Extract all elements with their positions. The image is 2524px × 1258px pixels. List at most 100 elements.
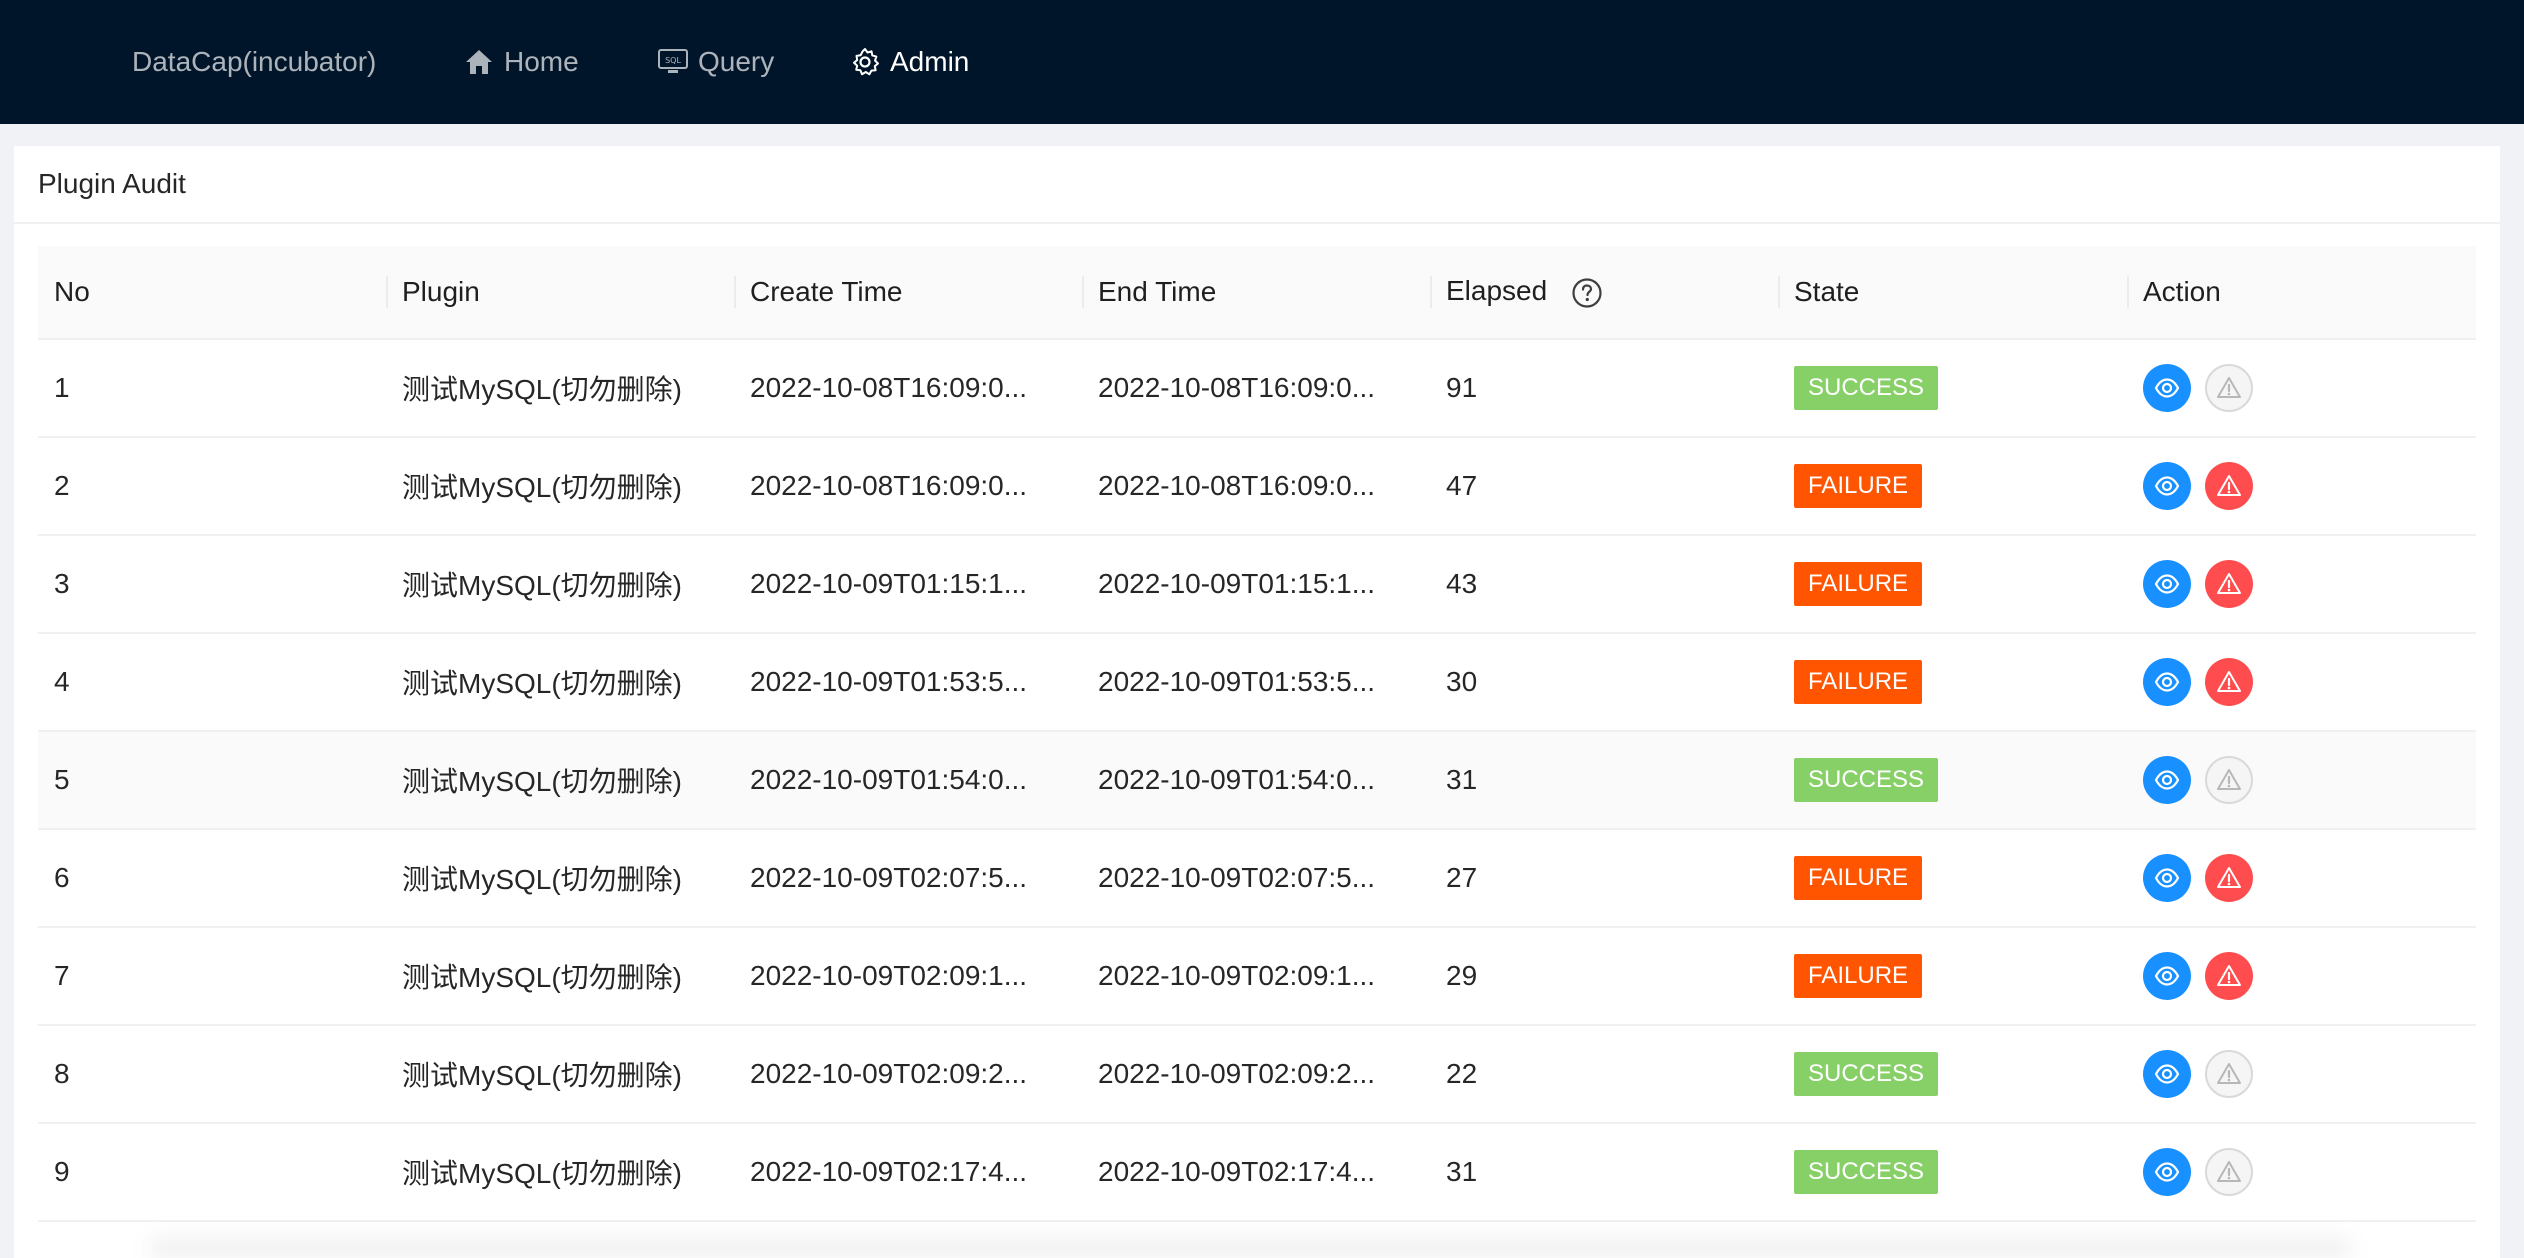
nav-item-admin-label: Admin — [890, 46, 970, 77]
cell-create-time: 2022-10-09T02:09:1... — [734, 927, 1082, 1026]
cell-elapsed: 30 — [1430, 633, 1778, 732]
eye-icon — [2154, 375, 2180, 401]
view-error-button[interactable] — [2205, 560, 2253, 608]
eye-icon — [2154, 473, 2180, 499]
view-details-button[interactable] — [2143, 952, 2191, 1000]
status-badge: SUCCESS — [1794, 1150, 1939, 1194]
eye-icon — [2154, 865, 2180, 891]
nav-item-query[interactable]: SQL Query — [658, 0, 774, 124]
cell-elapsed: 91 — [1430, 339, 1778, 438]
status-badge: FAILURE — [1794, 464, 1923, 508]
audit-table-wrapper: No Plugin Create Time End Time Elapsed S… — [38, 246, 2476, 1222]
column-header-state[interactable]: State — [1778, 246, 2127, 340]
column-header-elapsed-label: Elapsed — [1446, 275, 1548, 307]
question-circle-icon[interactable] — [1571, 277, 1603, 309]
cell-no: 3 — [38, 535, 386, 634]
nav-item-home[interactable]: Home — [464, 0, 579, 124]
view-details-button[interactable] — [2143, 1148, 2191, 1196]
cell-action — [2127, 1025, 2476, 1124]
cell-end-time: 2022-10-08T16:09:0... — [1082, 339, 1430, 438]
sql-icon: SQL — [658, 49, 688, 73]
eye-icon — [2154, 963, 2180, 989]
view-details-button[interactable] — [2143, 1050, 2191, 1098]
view-error-button — [2205, 756, 2253, 804]
cell-plugin: 测试MySQL(切勿删除) — [386, 437, 734, 536]
view-error-button[interactable] — [2205, 462, 2253, 510]
column-header-action[interactable]: Action — [2127, 246, 2476, 340]
warning-icon — [2216, 473, 2242, 499]
column-header-end-time[interactable]: End Time — [1082, 246, 1430, 340]
nav-item-admin[interactable]: Admin — [850, 0, 969, 124]
status-badge: FAILURE — [1794, 954, 1923, 998]
cell-elapsed: 31 — [1430, 731, 1778, 830]
view-details-button[interactable] — [2143, 854, 2191, 902]
cell-action — [2127, 339, 2476, 438]
cell-state: SUCCESS — [1778, 731, 2127, 830]
eye-icon — [2154, 669, 2180, 695]
view-details-button[interactable] — [2143, 560, 2191, 608]
audit-table: No Plugin Create Time End Time Elapsed S… — [38, 246, 2476, 1222]
table-row[interactable]: 1 测试MySQL(切勿删除) 2022-10-08T16:09:0... 2022-… — [38, 339, 2476, 438]
cell-no: 2 — [38, 437, 386, 536]
view-error-button[interactable] — [2205, 854, 2253, 902]
top-nav-bar: DataCap(incubator) Home SQL Query Admin — [0, 0, 2524, 124]
table-row[interactable]: 8 测试MySQL(切勿删除) 2022-10-09T02:09:2... 2022-… — [38, 1025, 2476, 1124]
bottom-shadow-overlay — [150, 1238, 2350, 1258]
brand-logo-text[interactable]: DataCap(incubator) — [132, 0, 376, 124]
table-row[interactable]: 3 测试MySQL(切勿删除) 2022-10-09T01:15:1... 2022-… — [38, 535, 2476, 634]
status-badge: FAILURE — [1794, 660, 1923, 704]
column-header-plugin[interactable]: Plugin — [386, 246, 734, 340]
cell-create-time: 2022-10-09T02:07:5... — [734, 829, 1082, 928]
cell-end-time: 2022-10-09T02:17:4... — [1082, 1123, 1430, 1222]
status-badge: SUCCESS — [1794, 366, 1939, 410]
warning-icon — [2216, 1061, 2242, 1087]
view-error-button[interactable] — [2205, 658, 2253, 706]
column-header-create-time[interactable]: Create Time — [734, 246, 1082, 340]
cell-plugin: 测试MySQL(切勿删除) — [386, 633, 734, 732]
cell-elapsed: 27 — [1430, 829, 1778, 928]
cell-plugin: 测试MySQL(切勿删除) — [386, 829, 734, 928]
cell-state: SUCCESS — [1778, 339, 2127, 438]
plugin-audit-card: Plugin Audit No Plugin Create Time End T… — [14, 146, 2500, 1258]
eye-icon — [2154, 571, 2180, 597]
cell-state: FAILURE — [1778, 829, 2127, 928]
cell-plugin: 测试MySQL(切勿删除) — [386, 1025, 734, 1124]
cell-plugin: 测试MySQL(切勿删除) — [386, 1123, 734, 1222]
cell-end-time: 2022-10-09T01:53:5... — [1082, 633, 1430, 732]
warning-icon — [2216, 865, 2242, 891]
column-header-elapsed[interactable]: Elapsed — [1430, 246, 1778, 340]
warning-icon — [2216, 767, 2242, 793]
view-details-button[interactable] — [2143, 462, 2191, 510]
table-row[interactable]: 5 测试MySQL(切勿删除) 2022-10-09T01:54:0... 2022-… — [38, 731, 2476, 830]
column-header-no[interactable]: No — [38, 246, 386, 340]
table-row[interactable]: 2 测试MySQL(切勿删除) 2022-10-08T16:09:0... 2022-… — [38, 437, 2476, 536]
table-row[interactable]: 6 测试MySQL(切勿删除) 2022-10-09T02:07:5... 2022-… — [38, 829, 2476, 928]
table-row[interactable]: 9 测试MySQL(切勿删除) 2022-10-09T02:17:4... 2022-… — [38, 1123, 2476, 1222]
view-error-button — [2205, 364, 2253, 412]
cell-action — [2127, 437, 2476, 536]
cell-create-time: 2022-10-09T02:17:4... — [734, 1123, 1082, 1222]
cell-plugin: 测试MySQL(切勿删除) — [386, 731, 734, 830]
view-details-button[interactable] — [2143, 756, 2191, 804]
cell-plugin: 测试MySQL(切勿删除) — [386, 535, 734, 634]
cell-state: SUCCESS — [1778, 1025, 2127, 1124]
cell-end-time: 2022-10-09T02:09:1... — [1082, 927, 1430, 1026]
table-row[interactable]: 7 测试MySQL(切勿删除) 2022-10-09T02:09:1... 2022-… — [38, 927, 2476, 1026]
status-badge: FAILURE — [1794, 856, 1923, 900]
cell-action — [2127, 1123, 2476, 1222]
view-details-button[interactable] — [2143, 658, 2191, 706]
cell-elapsed: 22 — [1430, 1025, 1778, 1124]
view-details-button[interactable] — [2143, 364, 2191, 412]
cell-action — [2127, 927, 2476, 1026]
cell-state: FAILURE — [1778, 633, 2127, 732]
cell-action — [2127, 731, 2476, 830]
table-row[interactable]: 4 测试MySQL(切勿删除) 2022-10-09T01:53:5... 2022-… — [38, 633, 2476, 732]
cell-elapsed: 31 — [1430, 1123, 1778, 1222]
audit-table-body: 1 测试MySQL(切勿删除) 2022-10-08T16:09:0... 2022-… — [38, 339, 2476, 1222]
cell-no: 5 — [38, 731, 386, 830]
cell-end-time: 2022-10-09T01:54:0... — [1082, 731, 1430, 830]
cell-elapsed: 29 — [1430, 927, 1778, 1026]
view-error-button[interactable] — [2205, 952, 2253, 1000]
cell-no: 8 — [38, 1025, 386, 1124]
svg-text:SQL: SQL — [665, 56, 681, 65]
